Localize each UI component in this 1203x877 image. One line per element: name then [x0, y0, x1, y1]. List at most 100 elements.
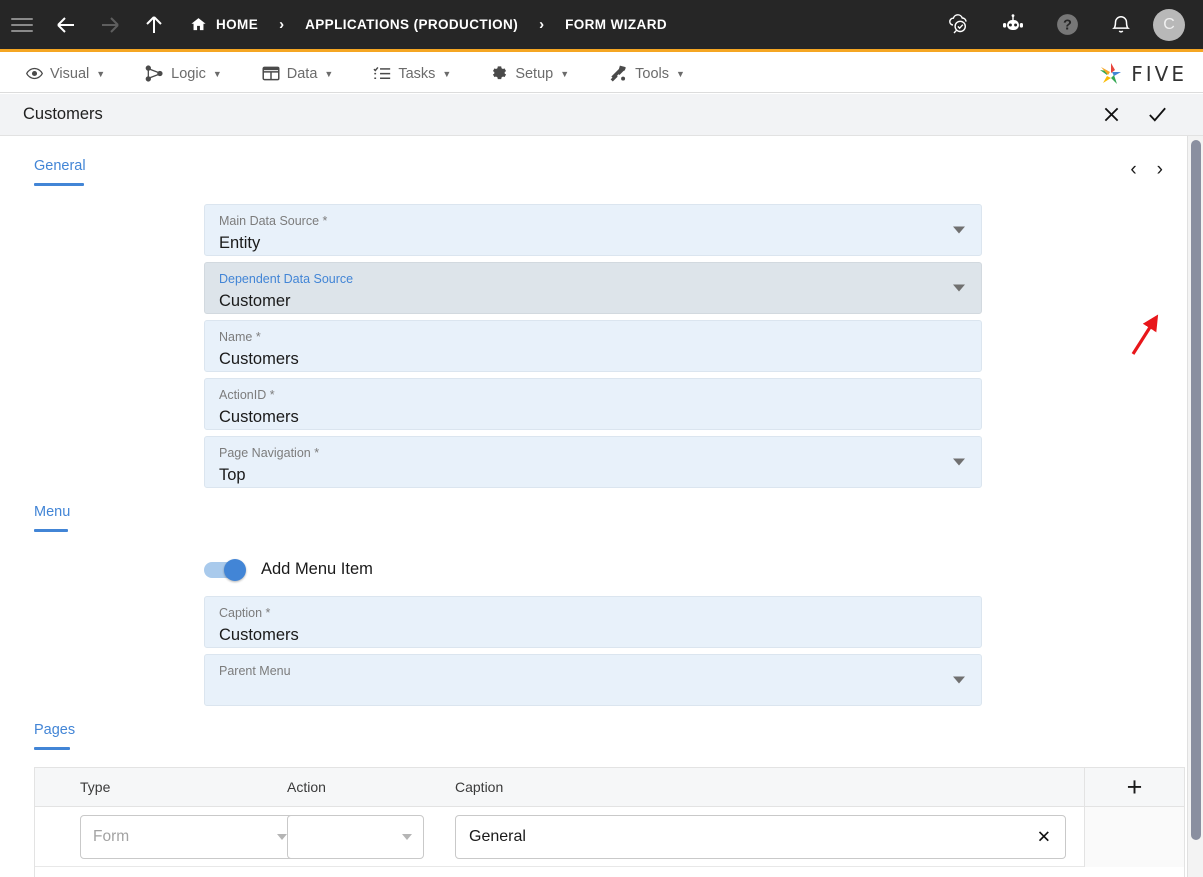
menu-item-setup-label: Setup: [515, 65, 554, 82]
add-menu-item-toggle-row: Add Menu Item: [204, 558, 373, 581]
menu-item-tasks[interactable]: Tasks ▼: [361, 55, 463, 93]
field-label: Name *: [219, 330, 261, 344]
section-tab-underline: [34, 183, 84, 186]
field-value: Entity: [219, 234, 261, 252]
chevron-down-icon: [402, 833, 412, 840]
chevron-down-icon[interactable]: [953, 226, 965, 234]
cloud-check-icon[interactable]: [937, 0, 981, 51]
table-grid-icon: [262, 65, 280, 82]
section-tab-menu[interactable]: Menu: [34, 504, 70, 532]
chevron-down-icon: ▼: [560, 68, 570, 79]
menu-item-visual[interactable]: Visual ▼: [14, 55, 117, 93]
menu-items-group: Visual ▼ Logic ▼ Data ▼ Tasks ▼ Setup ▼ …: [0, 55, 697, 93]
menu-item-setup[interactable]: Setup ▼: [479, 55, 581, 93]
flow-nodes-icon: [145, 65, 164, 82]
eye-icon: [26, 65, 43, 82]
section-tab-pages[interactable]: Pages: [34, 722, 75, 750]
field-value: Customers: [219, 408, 299, 426]
field-label: Parent Menu: [219, 664, 291, 678]
table-row: Form General ✕: [35, 806, 1184, 867]
next-page-icon[interactable]: ›: [1157, 160, 1163, 179]
title-bar-actions: [1099, 103, 1203, 127]
column-header-type: Type: [80, 779, 111, 795]
row-action-cell: [1084, 806, 1184, 867]
section-tab-general[interactable]: General: [34, 158, 86, 186]
menu-item-tools-label: Tools: [635, 65, 669, 82]
page-action-select[interactable]: [287, 814, 424, 859]
page-caption-input[interactable]: General ✕: [455, 814, 1066, 859]
menu-item-data[interactable]: Data ▼: [250, 55, 346, 93]
field-label: Dependent Data Source: [219, 272, 354, 286]
column-header-action: Action: [287, 779, 326, 795]
forward-arrow-icon[interactable]: [88, 0, 132, 51]
breadcrumb-separator-1: ›: [279, 16, 285, 33]
chevron-down-icon: ▼: [324, 68, 334, 79]
up-arrow-icon[interactable]: [132, 0, 176, 51]
page-caption-value: General: [469, 827, 526, 845]
breadcrumb-home-label: HOME: [216, 17, 259, 32]
field-page-navigation[interactable]: Page Navigation * Top: [204, 436, 982, 488]
form-content-area: General ‹ › Main Data Source * Entity De…: [0, 136, 1203, 877]
toggle-knob: [224, 558, 246, 581]
chevron-down-icon: ▼: [442, 68, 452, 79]
pages-table: Type Action Caption + Form General ✕: [34, 767, 1185, 877]
prev-page-icon[interactable]: ‹: [1130, 160, 1136, 179]
breadcrumb-form-wizard[interactable]: FORM WIZARD: [561, 0, 671, 51]
bell-icon[interactable]: [1099, 0, 1143, 51]
field-dependent-data-source[interactable]: Dependent Data Source Customer: [204, 262, 982, 314]
help-icon[interactable]: ?: [1045, 0, 1089, 51]
table-row-empty: [35, 867, 1184, 877]
vertical-scrollbar[interactable]: [1187, 136, 1203, 877]
section-tab-underline: [34, 529, 68, 532]
field-label: ActionID *: [219, 388, 275, 402]
field-value: Top: [219, 466, 246, 484]
field-label: Page Navigation *: [219, 446, 320, 460]
scrollbar-thumb[interactable]: [1191, 140, 1201, 840]
confirm-check-icon[interactable]: [1145, 103, 1169, 127]
field-label: Main Data Source *: [219, 214, 328, 228]
five-logo: FIVE: [1098, 61, 1203, 87]
close-icon[interactable]: [1099, 103, 1123, 127]
breadcrumb-separator-2: ›: [539, 16, 545, 33]
form-title-bar: Customers: [0, 94, 1203, 136]
back-arrow-icon[interactable]: [44, 0, 88, 51]
user-avatar[interactable]: C: [1153, 8, 1185, 41]
menu-item-logic[interactable]: Logic ▼: [133, 55, 234, 93]
chevron-down-icon: [277, 833, 287, 840]
menu-item-tools[interactable]: Tools ▼: [597, 55, 697, 93]
field-caption[interactable]: Caption * Customers: [204, 596, 982, 648]
add-menu-item-toggle[interactable]: [204, 558, 246, 581]
field-action-id[interactable]: ActionID * Customers: [204, 378, 982, 430]
application-menu-bar: Visual ▼ Logic ▼ Data ▼ Tasks ▼ Setup ▼ …: [0, 55, 1203, 93]
page-type-select[interactable]: Form: [80, 814, 299, 859]
clear-caption-icon[interactable]: ✕: [1037, 828, 1051, 845]
chevron-down-icon[interactable]: [953, 458, 965, 466]
chevron-down-icon[interactable]: [953, 284, 965, 292]
cell-type: Form: [35, 814, 299, 859]
field-value: Customers: [219, 350, 299, 368]
five-logo-text: FIVE: [1131, 61, 1187, 86]
section-tab-general-label: General: [34, 158, 86, 174]
top-navigation-bar: HOME › APPLICATIONS (PRODUCTION) › FORM …: [0, 0, 1203, 52]
field-main-data-source[interactable]: Main Data Source * Entity: [204, 204, 982, 256]
page-navigation-arrows: ‹ ›: [1130, 160, 1163, 179]
breadcrumb-applications[interactable]: APPLICATIONS (PRODUCTION): [301, 0, 522, 51]
wrench-screwdriver-icon: [609, 65, 628, 83]
section-tab-pages-label: Pages: [34, 722, 76, 738]
menu-item-data-label: Data: [286, 65, 318, 82]
field-parent-menu[interactable]: Parent Menu: [204, 654, 982, 706]
breadcrumb-form-wizard-label: FORM WIZARD: [565, 17, 667, 32]
add-page-row-button[interactable]: +: [1084, 767, 1184, 807]
robot-icon[interactable]: [991, 0, 1035, 51]
home-icon: [191, 18, 206, 31]
breadcrumb-home[interactable]: HOME: [186, 0, 262, 51]
hamburger-menu-icon[interactable]: [0, 0, 44, 51]
field-name[interactable]: Name * Customers: [204, 320, 982, 372]
menu-item-tasks-label: Tasks: [398, 65, 436, 82]
add-menu-item-label: Add Menu Item: [261, 560, 373, 578]
chevron-down-icon[interactable]: [953, 676, 965, 684]
section-tab-menu-label: Menu: [34, 504, 71, 520]
svg-text:?: ?: [1063, 18, 1072, 34]
page-title: Customers: [23, 105, 103, 123]
pages-table-header: Type Action Caption +: [35, 767, 1184, 807]
